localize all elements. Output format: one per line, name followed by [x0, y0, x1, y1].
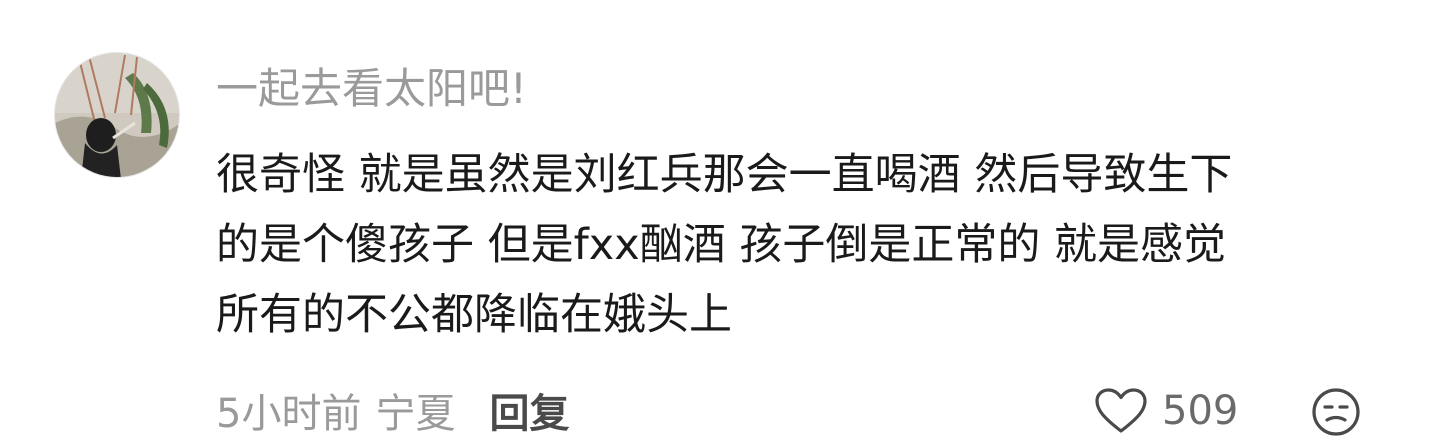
comment-text-line: 很奇怪 就是虽然是刘红兵那会一直喝酒 然后导致生下: [216, 150, 1233, 200]
comment-item: 一起去看太阳吧! 很奇怪 就是虽然是刘红兵那会一直喝酒 然后导致生下 的是个傻孩…: [0, 0, 1440, 438]
comment-text-line: 的是个傻孩子 但是fxx酗酒 孩子倒是正常的 就是感觉: [216, 220, 1227, 270]
like-count: 509: [1162, 388, 1239, 434]
avatar-image: [55, 53, 179, 177]
meh-face-icon: [1312, 388, 1360, 436]
comment-meta: 5小时前 宁夏 回复: [216, 380, 569, 440]
username[interactable]: 一起去看太阳吧!: [216, 58, 527, 120]
comment-text: 很奇怪 就是虽然是刘红兵那会一直喝酒 然后导致生下 的是个傻孩子 但是fxx酗酒…: [216, 140, 1376, 350]
timestamp: 5小时前: [216, 391, 362, 437]
avatar[interactable]: [54, 52, 180, 178]
like-button[interactable]: 509: [1094, 384, 1238, 438]
location: 宁夏: [375, 391, 456, 437]
reply-button[interactable]: 回复: [489, 381, 569, 439]
dislike-button[interactable]: [1310, 386, 1362, 438]
heart-outline-icon: [1095, 388, 1147, 433]
comment-text-line: 所有的不公都降临在娥头上: [216, 290, 732, 340]
